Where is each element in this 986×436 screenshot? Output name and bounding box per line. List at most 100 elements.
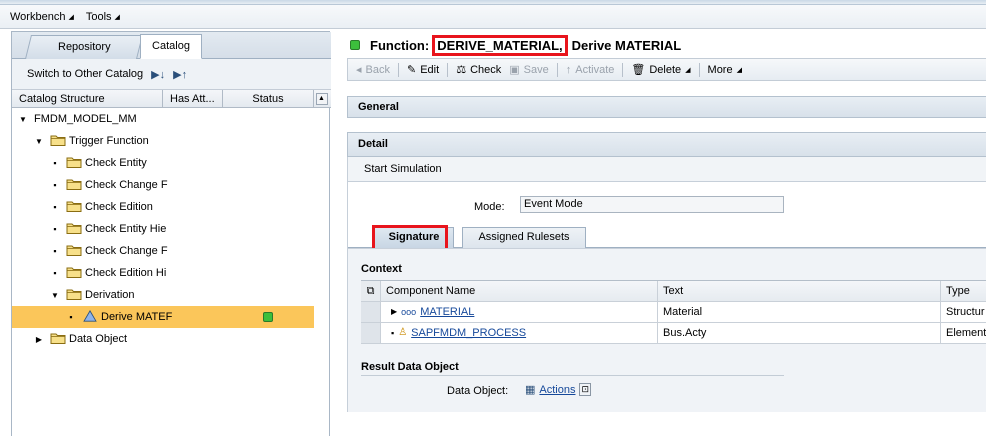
- tab-repository[interactable]: Repository: [25, 35, 143, 59]
- value-help-icon[interactable]: ⊡: [579, 383, 592, 396]
- toolbar-separator: [447, 62, 449, 77]
- tab-catalog[interactable]: Catalog: [140, 34, 202, 59]
- function-name: DERIVE_MATERIAL,: [432, 34, 568, 56]
- folder-icon: [66, 288, 85, 303]
- function-header: Function: DERIVE_MATERIAL, Derive MATERI…: [347, 34, 681, 56]
- bullet-icon: ▪: [69, 312, 73, 322]
- data-object-link[interactable]: Actions: [539, 384, 575, 396]
- tree-node[interactable]: ▶ Data Object: [12, 328, 314, 350]
- collapse-up-icon[interactable]: ▶↑: [173, 68, 187, 81]
- tree-node[interactable]: ▪ Check Edition Hi: [12, 262, 314, 284]
- column-catalog-structure[interactable]: Catalog Structure: [12, 90, 163, 107]
- dropdown-arrow-icon: ◢: [685, 66, 691, 74]
- bullet-icon: ▪: [53, 202, 57, 212]
- tree-node-label: Check Change F: [85, 179, 168, 191]
- back-button[interactable]: ◂ Back: [356, 63, 390, 77]
- column-component-name[interactable]: Component Name: [381, 281, 658, 301]
- tree-node-label: Check Edition: [85, 201, 153, 213]
- table-row[interactable]: ▶ ooo MATERIAL Material Structur: [361, 302, 986, 323]
- row-type: Structur: [946, 306, 985, 318]
- tree-node[interactable]: ▼ Trigger Function: [12, 130, 314, 152]
- bullet-icon: ▪: [53, 158, 57, 168]
- trash-icon: 🗑: [631, 64, 646, 76]
- menu-workbench[interactable]: Workbench ◢: [10, 11, 74, 23]
- folder-icon: [66, 244, 85, 259]
- expand-down-icon[interactable]: ▶↓: [151, 68, 165, 81]
- mode-field[interactable]: Event Mode: [520, 196, 784, 213]
- function-description: Derive MATERIAL: [571, 37, 682, 53]
- tree-node-label: Trigger Function: [69, 135, 149, 147]
- tree-node-label: FMDM_MODEL_MM: [34, 113, 137, 125]
- start-simulation-link[interactable]: Start Simulation: [347, 157, 986, 182]
- table-row[interactable]: ▪ ♙ SAPFMDM_PROCESS Bus.Acty Element: [361, 323, 986, 344]
- table-icon: ▦: [525, 384, 536, 396]
- function-icon: [82, 309, 101, 325]
- data-object-value: ▦ Actions ⊡: [525, 383, 592, 396]
- save-button[interactable]: ▣ Save: [509, 63, 548, 77]
- expand-arrow-icon[interactable]: ▶: [391, 302, 397, 322]
- activate-button[interactable]: ↑ Activate: [566, 64, 615, 76]
- function-label: Function:: [370, 37, 430, 53]
- bullet-icon: ▪: [391, 328, 395, 338]
- edit-button[interactable]: ✎ Edit: [407, 63, 439, 77]
- folder-icon: [66, 178, 85, 193]
- component-link-material[interactable]: MATERIAL: [420, 302, 474, 322]
- folder-icon: [66, 222, 85, 237]
- tree-node-label: Check Entity: [85, 157, 147, 169]
- component-link-sapfmdm-process[interactable]: SAPFMDM_PROCESS: [411, 323, 526, 343]
- result-data-object-label: Result Data Object: [361, 361, 459, 373]
- expand-arrow-icon[interactable]: ▶: [34, 335, 44, 344]
- tree-node[interactable]: ▪ Check Entity: [12, 152, 314, 174]
- column-status[interactable]: Status: [223, 90, 314, 107]
- folder-icon: [66, 266, 85, 281]
- check-button[interactable]: ⚖ Check: [456, 63, 501, 77]
- function-panel: Function: DERIVE_MATERIAL, Derive MATERI…: [347, 31, 986, 436]
- table-header-row: ⧉ Component Name Text Type: [361, 281, 986, 302]
- general-panel-header[interactable]: General: [347, 96, 986, 118]
- element-icon: ♙: [398, 327, 408, 338]
- select-all-button[interactable]: ⧉: [361, 281, 381, 301]
- tab-signature[interactable]: Signature: [372, 225, 454, 252]
- tree-node[interactable]: ▪ Check Edition: [12, 196, 314, 218]
- catalog-toolbar: Switch to Other Catalog ▶↓ ▶↑: [12, 59, 331, 89]
- more-button[interactable]: More ◢: [708, 64, 742, 76]
- dropdown-arrow-icon: ◢: [68, 13, 74, 21]
- catalog-column-header: Catalog Structure Has Att... Status ▲: [12, 89, 331, 108]
- menu-tools[interactable]: Tools ◢: [86, 11, 120, 23]
- toolbar-separator: [698, 62, 700, 77]
- delete-button[interactable]: 🗑 Delete ◢: [631, 63, 691, 77]
- row-selector[interactable]: [361, 323, 381, 343]
- scroll-up-button[interactable]: ▲: [314, 90, 329, 107]
- column-has-attributes[interactable]: Has Att...: [163, 90, 223, 107]
- tree-node[interactable]: ▪ Check Entity Hie: [12, 218, 314, 240]
- collapse-arrow-icon[interactable]: ▼: [34, 137, 44, 146]
- column-type[interactable]: Type: [941, 281, 986, 301]
- detail-panel-header[interactable]: Detail: [347, 132, 986, 157]
- bullet-icon: ▪: [53, 224, 57, 234]
- catalog-tabs: Repository Catalog: [12, 32, 331, 59]
- function-toolbar: ◂ Back ✎ Edit ⚖ Check ▣ Save ↑ Activate 🗑 Dele…: [347, 58, 986, 81]
- signature-panel: Context ⧉ Component Name Text Type ▶ ooo…: [348, 248, 986, 412]
- row-selector[interactable]: [361, 302, 381, 322]
- tree-node[interactable]: ▪ Derive MATEF: [12, 306, 314, 328]
- collapse-arrow-icon[interactable]: ▼: [50, 291, 60, 300]
- collapse-arrow-icon[interactable]: ▼: [18, 115, 28, 124]
- back-arrow-icon: ◂: [356, 64, 362, 76]
- tree-node-label: Data Object: [69, 333, 128, 345]
- menubar: Workbench ◢ Tools ◢: [0, 5, 986, 29]
- tab-assigned-rulesets[interactable]: Assigned Rulesets: [462, 227, 586, 248]
- mode-label: Mode:: [474, 201, 505, 213]
- switch-catalog-button[interactable]: Switch to Other Catalog: [27, 68, 143, 80]
- save-icon: ▣: [509, 64, 520, 76]
- tree-node[interactable]: ▪ Check Change F: [12, 174, 314, 196]
- catalog-panel: Repository Catalog Switch to Other Catal…: [11, 31, 331, 436]
- divider: [361, 375, 784, 376]
- tree-node[interactable]: ▪ Check Change F: [12, 240, 314, 262]
- check-icon: ⚖: [456, 64, 467, 76]
- column-text[interactable]: Text: [658, 281, 941, 301]
- tree-node[interactable]: ▼ FMDM_MODEL_MM: [12, 108, 314, 130]
- dropdown-arrow-icon: ◢: [736, 66, 742, 74]
- dropdown-arrow-icon: ◢: [114, 13, 120, 21]
- tree-node[interactable]: ▼ Derivation: [12, 284, 314, 306]
- toolbar-separator: [398, 62, 399, 77]
